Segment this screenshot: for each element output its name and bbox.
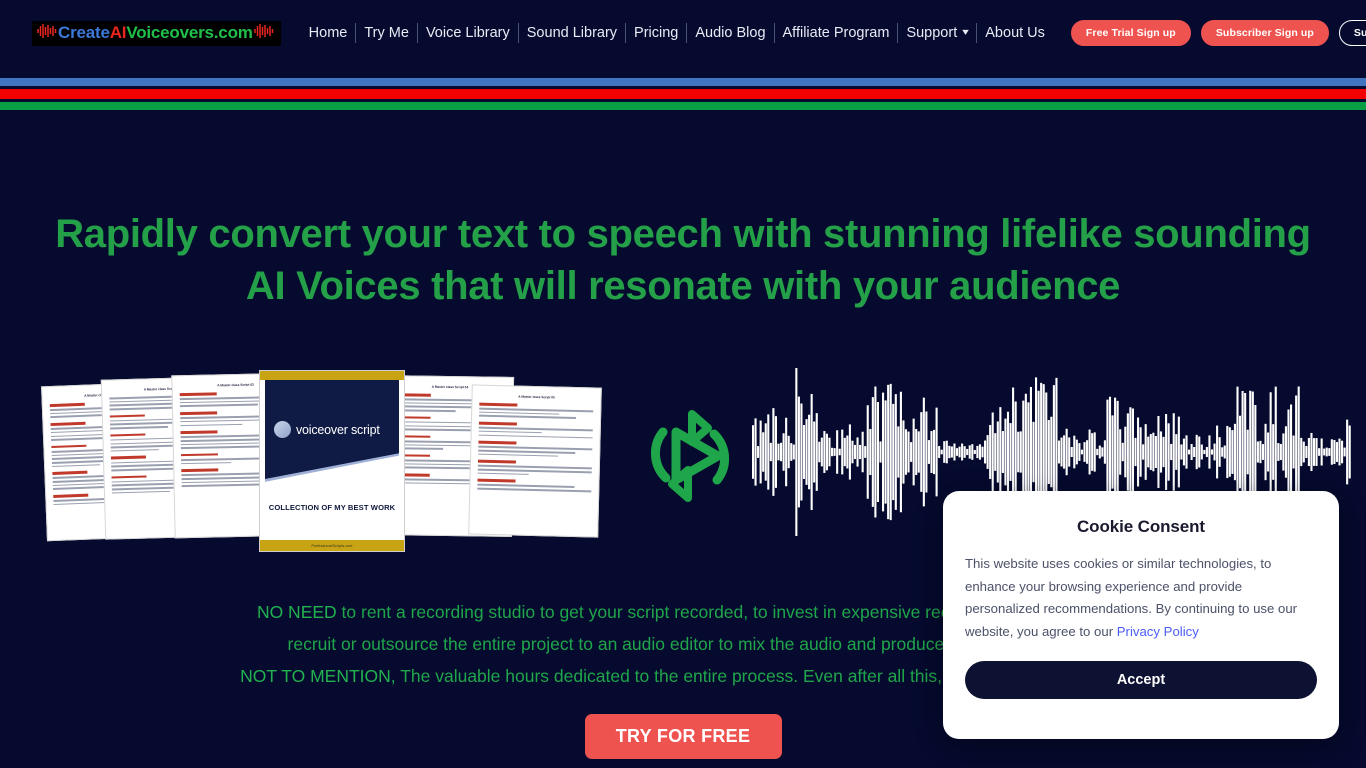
- logo-part-ai: AI: [109, 23, 127, 42]
- cover-top-band: [260, 371, 404, 380]
- hero-title-line-2: AI Voices that will resonate with your a…: [245, 264, 1121, 308]
- audio-waveform-icon-right: [253, 23, 275, 44]
- site-header: CreateAIVoiceovers.com Home Try Me Voice…: [0, 0, 1366, 66]
- header-actions: Free Trial Sign up Subscriber Sign up Su…: [1070, 20, 1366, 46]
- cookie-accept-button[interactable]: Accept: [965, 661, 1317, 699]
- hero-title-line-1: Rapidly convert your text to speech with…: [55, 212, 1311, 256]
- nav-item-home[interactable]: Home: [301, 23, 357, 43]
- cookie-consent-title: Cookie Consent: [1076, 517, 1205, 536]
- cover-inner: voiceover script COLLECTION OF MY BEST W…: [265, 380, 399, 540]
- audio-waveform-icon-left: [36, 23, 58, 44]
- cover-logo-text: voiceover script: [296, 422, 380, 437]
- cookie-consent-dialog: Cookie Consent This website uses cookies…: [943, 491, 1339, 739]
- nav-item-sound-library[interactable]: Sound Library: [519, 23, 627, 43]
- main-navigation: Home Try Me Voice Library Sound Library …: [301, 21, 1053, 45]
- nav-item-audio-blog[interactable]: Audio Blog: [687, 23, 775, 43]
- site-logo[interactable]: CreateAIVoiceovers.com: [32, 20, 281, 46]
- stripe-green: [0, 102, 1366, 110]
- cover-subtitle: COLLECTION OF MY BEST WORK: [268, 503, 396, 512]
- cover-navy-band: voiceover script: [265, 380, 399, 479]
- nav-item-affiliate-program[interactable]: Affiliate Program: [775, 23, 899, 43]
- doc-title: A Master class Script 05: [518, 394, 555, 400]
- hero-paragraph-emph-1: NO NEED: [256, 602, 337, 622]
- subscriber-signin-button[interactable]: Subscriber Sign in: [1338, 20, 1366, 46]
- privacy-policy-link[interactable]: Privacy Policy: [1117, 624, 1199, 639]
- stripe-red: [0, 89, 1366, 99]
- chevron-down-icon: ▾: [962, 27, 970, 38]
- nav-item-try-me[interactable]: Try Me: [356, 23, 418, 43]
- script-documents-fan: A Master class Script 01 A Master class …: [40, 366, 630, 556]
- free-trial-signup-button[interactable]: Free Trial Sign up: [1070, 20, 1191, 46]
- cookie-consent-body: This website uses cookies or similar tec…: [965, 553, 1317, 643]
- script-document: A Master class Script 05: [468, 384, 602, 538]
- logo-text: CreateAIVoiceovers.com: [58, 23, 253, 43]
- stripe-blue: [0, 78, 1366, 86]
- voiceover-logo-icon: [274, 421, 291, 438]
- decorative-stripes: [0, 66, 1366, 116]
- logo-part-voiceovers: Voiceovers.com: [126, 23, 253, 42]
- logo-part-create: Create: [58, 23, 110, 42]
- nav-item-support[interactable]: Support ▾: [898, 23, 978, 43]
- nav-item-voice-library[interactable]: Voice Library: [418, 23, 519, 43]
- page-title: Rapidly convert your text to speech with…: [0, 208, 1366, 312]
- try-for-free-button[interactable]: TRY FOR FREE: [584, 714, 782, 759]
- nav-item-support-label: Support: [906, 25, 958, 41]
- voiceover-script-cover: voiceover script COLLECTION OF MY BEST W…: [259, 370, 405, 552]
- cover-footer-text: ProfessionalScripts.com: [311, 543, 353, 548]
- play-loop-icon[interactable]: [636, 402, 744, 510]
- subscriber-signup-button[interactable]: Subscriber Sign up: [1200, 20, 1329, 46]
- nav-item-about-us[interactable]: About Us: [977, 23, 1053, 43]
- hero-paragraph-emph-2: NOT TO MENTION,: [240, 666, 396, 686]
- cover-bottom-band: ProfessionalScripts.com: [260, 540, 404, 551]
- nav-item-pricing[interactable]: Pricing: [626, 23, 688, 43]
